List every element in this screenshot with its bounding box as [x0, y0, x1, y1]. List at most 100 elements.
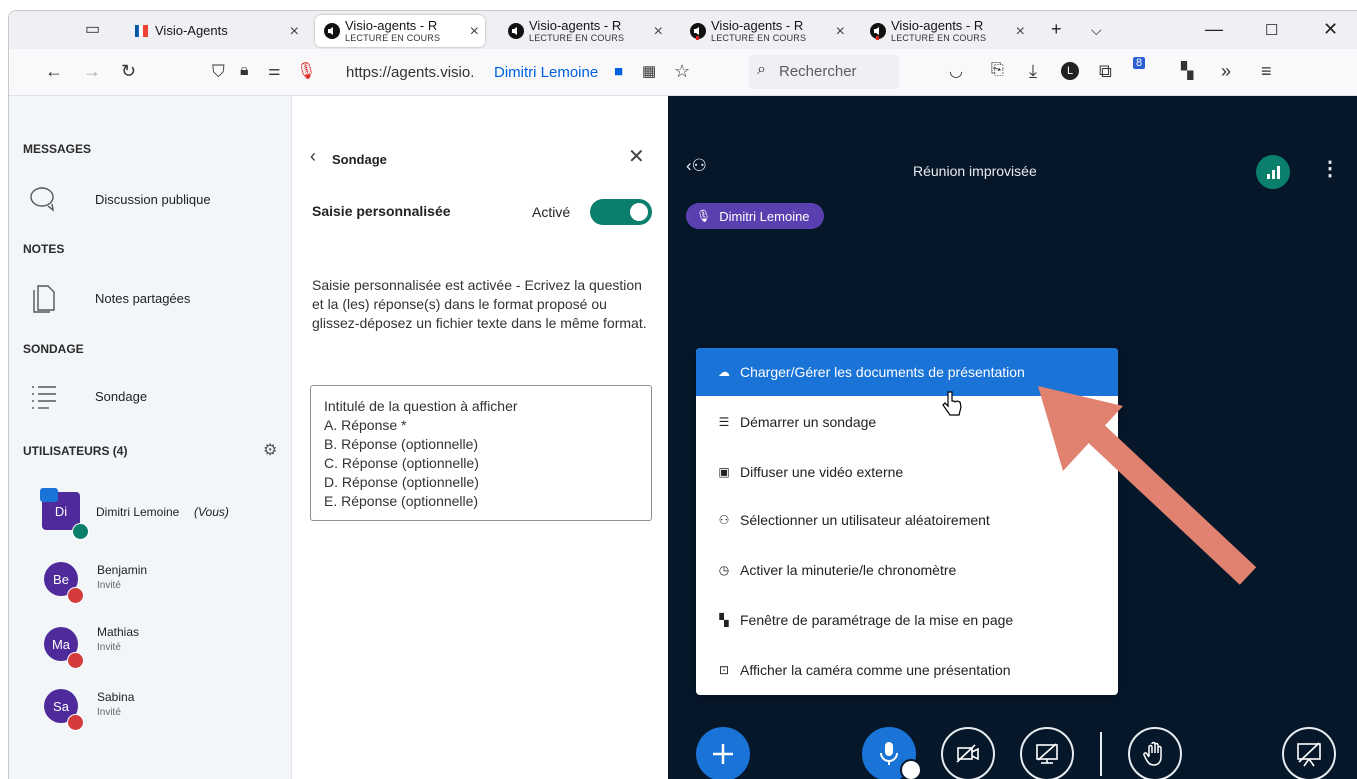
close-tab-icon[interactable]: × [290, 23, 299, 41]
document-icon [33, 285, 55, 313]
poll-question-textarea[interactable]: Intitulé de la question à afficher A. Ré… [310, 385, 652, 521]
user-name: Benjamin [97, 563, 148, 577]
more-options-icon[interactable]: ⋮ [1320, 156, 1340, 181]
actions-plus-button[interactable] [696, 727, 750, 779]
extension-badge[interactable]: 8 [1133, 57, 1146, 69]
tab-visio-agents-3[interactable]: Visio-agents - R LECTURE EN COURS × [681, 15, 851, 47]
meeting-title: Réunion improvisée [913, 163, 1037, 179]
pocket-icon[interactable]: ◡ [949, 61, 963, 81]
camera-icon: ⊡ [718, 663, 730, 677]
tab-subtitle: LECTURE EN COURS [891, 32, 987, 43]
visio-app: MESSAGES Discussion publique NOTES Notes… [9, 96, 1357, 779]
upload-cloud-icon: ☁ [718, 365, 730, 379]
screen-share-button[interactable] [1020, 727, 1074, 779]
back-chevron-icon[interactable]: ‹ [310, 146, 316, 167]
close-tab-icon[interactable]: × [654, 23, 663, 41]
tab-title: Visio-agents - R [891, 17, 984, 33]
user-icon: ⚇ [718, 513, 730, 527]
url-bar[interactable]: ⛉ 🔒︎ ⚌ 🎙︎ https://agents.visio. Dimitri … [204, 55, 732, 89]
presentation-off-icon [1297, 742, 1321, 767]
menu-item-camera-as-presentation[interactable]: ⊡ Afficher la caméra comme une présentati… [696, 646, 1118, 694]
avatar-initials: Ma [51, 636, 71, 652]
overflow-icon[interactable]: » [1221, 61, 1231, 82]
custom-input-toggle[interactable] [590, 199, 652, 225]
menu-item-label: Diffuser une vidéo externe [740, 464, 904, 480]
textarea-line: A. Réponse * [324, 417, 407, 433]
presentation-button[interactable] [1282, 727, 1336, 779]
toggle-user-list-icon[interactable]: ‹⚇ [686, 156, 707, 176]
settings-gear-icon[interactable]: ⚙ [263, 440, 277, 460]
talking-user-name: Dimitri Lemoine [719, 208, 810, 224]
meeting-area: ‹⚇ Réunion improvisée ⋮ 🎙︎ Dimitri Lemoi… [668, 96, 1357, 779]
shield-icon[interactable]: ⛉ [212, 62, 225, 82]
grid-extension-icon[interactable]: ▚ [1181, 61, 1193, 81]
sidebar-item-public-chat[interactable]: Discussion publique [29, 179, 211, 219]
menu-icon[interactable]: ≡ [1261, 61, 1272, 82]
close-tab-icon[interactable]: × [470, 23, 479, 41]
layout-icon: ▚ [719, 613, 729, 627]
search-placeholder: Rechercher [779, 63, 857, 80]
muted-mic-badge-icon [67, 652, 84, 669]
avatar-initials: Be [53, 571, 69, 587]
close-panel-icon[interactable]: ✕ [628, 144, 645, 169]
close-window-icon[interactable]: ✕ [1323, 19, 1338, 40]
menu-item-layout-settings[interactable]: ▚ Fenêtre de paramétrage de la mise en pa… [696, 596, 1118, 644]
menu-item-label: Démarrer un sondage [740, 414, 877, 430]
maximize-icon[interactable]: ☐ [1265, 21, 1278, 39]
sidebar-item-label: Sondage [95, 388, 148, 404]
forward-icon[interactable]: → [83, 61, 101, 82]
sidebar-item-shared-notes[interactable]: Notes partagées [29, 278, 190, 318]
avatar-initials: Di [54, 503, 68, 519]
user-name: Sabina [97, 690, 135, 704]
poll-panel: ‹ Sondage ✕ Saisie personnalisée Activé … [291, 96, 669, 779]
tab-subtitle: LECTURE EN COURS [711, 32, 807, 43]
tab-strip: ▭ Visio-Agents × Visio-agents - R LECTURE… [9, 11, 1357, 49]
plus-icon [713, 744, 733, 764]
screen-share-off-icon [1036, 743, 1058, 764]
tab-visio-agents-2[interactable]: Visio-agents - R LECTURE EN COURS × [499, 15, 669, 47]
tab-overview-icon[interactable]: ▭ [85, 19, 100, 39]
new-tab-icon[interactable]: + [1051, 19, 1062, 40]
poll-heading: SONDAGE [23, 342, 84, 356]
lock-icon[interactable]: 🔒︎ [240, 62, 249, 80]
back-icon[interactable]: ← [45, 61, 63, 82]
search-box[interactable]: ⌕ Rechercher [749, 55, 899, 89]
users-heading: UTILISATEURS (4) [23, 444, 128, 458]
tab-visio-agents-4[interactable]: Visio-agents - R LECTURE EN COURS × [861, 15, 1031, 47]
toggle-label: Activé [532, 204, 571, 220]
microphone-badge-icon [72, 523, 89, 540]
downloads-icon[interactable]: ⤓ [1029, 61, 1037, 82]
reload-icon[interactable]: ↻ [121, 61, 136, 82]
avatar-initials: Sa [53, 698, 69, 714]
menu-item-label: Charger/Gérer les documents de présentat… [740, 364, 1025, 380]
tab-title: Visio-Agents [155, 23, 228, 38]
menu-item-label: Fenêtre de paramétrage de la mise en pag… [740, 612, 1014, 628]
search-icon: ⌕ [757, 61, 766, 78]
bookmark-star-icon[interactable]: ☆ [674, 61, 690, 82]
tab-title: Visio-agents - R [345, 17, 438, 33]
user-role: Invité [97, 580, 121, 591]
minimize-icon[interactable]: — [1205, 19, 1223, 40]
account-icon[interactable]: L [1061, 62, 1079, 80]
talking-indicator: 🎙︎ Dimitri Lemoine [686, 203, 824, 229]
extensions-icon[interactable]: ⧉ [1099, 61, 1112, 82]
sidebar-item-poll[interactable]: Sondage [29, 376, 147, 416]
user-role: Invité [97, 642, 121, 653]
close-tab-icon[interactable]: × [836, 23, 845, 41]
textarea-line: B. Réponse (optionnelle) [324, 436, 479, 452]
close-tab-icon[interactable]: × [1016, 23, 1025, 41]
tab-visio-agents-playing[interactable]: Visio-agents - R LECTURE EN COURS × [315, 15, 485, 47]
list-tabs-icon[interactable]: ⌵ [1091, 22, 1102, 39]
tab-visio-agents[interactable]: Visio-Agents × [125, 15, 305, 47]
sidebar-item-label: Notes partagées [95, 290, 191, 306]
navigation-bar: ← → ↻ ⛉ 🔒︎ ⚌ 🎙︎ https://agents.visio. Di… [9, 49, 1357, 96]
textarea-line: D. Réponse (optionnelle) [324, 474, 479, 490]
connection-status-icon[interactable] [1256, 155, 1290, 189]
save-page-icon[interactable]: ⎘ [991, 61, 1004, 79]
qr-code-icon[interactable]: ▦ [642, 62, 656, 80]
raise-hand-button[interactable] [1128, 727, 1182, 779]
camera-off-button[interactable] [941, 727, 995, 779]
microphone-active-icon[interactable]: 🎙︎ [296, 61, 316, 81]
audio-options-chevron-icon[interactable] [900, 759, 922, 779]
permissions-icon[interactable]: ⚌ [268, 62, 281, 79]
